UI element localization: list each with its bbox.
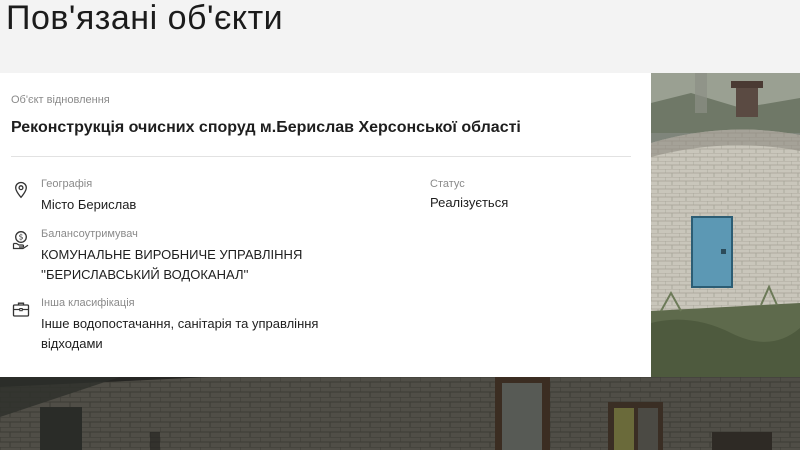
- balance-holder-line1: КОМУНАЛЬНЕ ВИРОБНИЧЕ УПРАВЛІННЯ: [41, 247, 303, 262]
- object-type-label: Об'єкт відновлення: [11, 94, 110, 106]
- balance-holder-line2: ''БЕРИСЛАВСЬКИЙ ВОДОКАНАЛ'': [41, 267, 249, 282]
- money-hand-icon: $: [12, 231, 29, 250]
- svg-text:$: $: [19, 233, 24, 242]
- balance-holder-label: Балансоутримувач: [41, 228, 138, 240]
- object-photo[interactable]: [651, 73, 800, 377]
- related-object-card[interactable]: Об'єкт відновлення Реконструкція очисних…: [0, 73, 800, 377]
- briefcase-icon: [12, 302, 30, 317]
- classification-line1: Інше водопостачання, санітарія та управл…: [41, 316, 319, 331]
- classification-label: Інша класифікація: [41, 297, 135, 309]
- status-value: Реалізується: [430, 195, 509, 210]
- section-title: Пов'язані об'єкти: [6, 0, 284, 37]
- object-title[interactable]: Реконструкція очисних споруд м.Берислав …: [11, 117, 521, 139]
- balance-holder-value: КОМУНАЛЬНЕ ВИРОБНИЧЕ УПРАВЛІННЯ ''БЕРИСЛ…: [41, 245, 361, 285]
- classification-value: Інше водопостачання, санітарія та управл…: [41, 314, 361, 354]
- object-photo-image: [651, 73, 800, 377]
- card-divider: [11, 156, 631, 157]
- card-body: Об'єкт відновлення Реконструкція очисних…: [11, 73, 631, 377]
- status-label: Статус: [430, 178, 465, 190]
- next-object-photo[interactable]: [0, 377, 800, 450]
- next-object-photo-image: [0, 377, 800, 450]
- geography-value: Місто Берислав: [41, 197, 137, 212]
- classification-line2: відходами: [41, 336, 103, 351]
- status-field: Статус Реалізується: [430, 178, 508, 210]
- geography-label: Географія: [41, 178, 93, 190]
- location-pin-icon: [15, 181, 27, 199]
